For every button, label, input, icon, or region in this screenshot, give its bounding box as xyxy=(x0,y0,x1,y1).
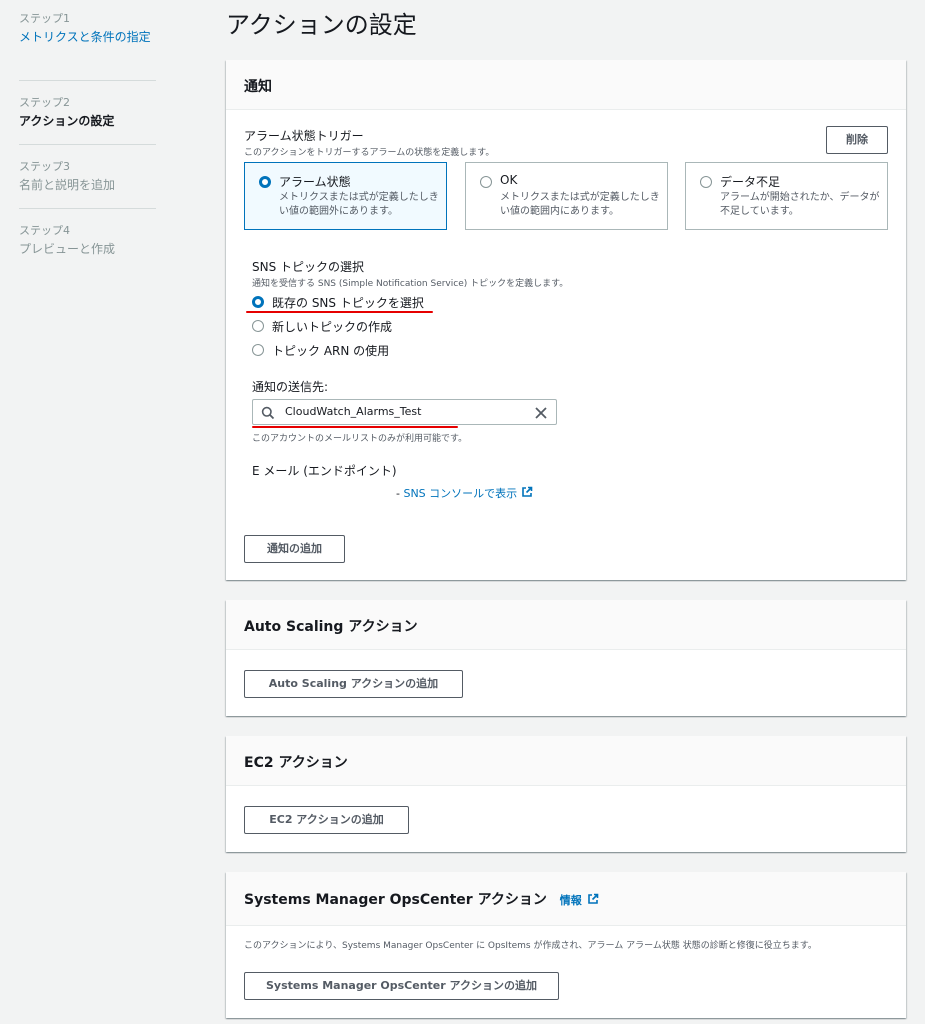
step-1[interactable]: ステップ1 メトリクスと条件の指定 xyxy=(19,12,156,46)
tile-alarm-state[interactable]: アラーム状態 メトリクスまたは式が定義したしきい値の範囲外にあります。 xyxy=(244,162,447,230)
opscenter-panel: Systems Manager OpsCenter アクション 情報 このアクシ… xyxy=(226,872,906,1018)
tile-ok-title: OK xyxy=(500,173,518,187)
info-link[interactable]: 情報 xyxy=(560,894,582,907)
radio-alarm-state[interactable] xyxy=(259,176,271,188)
step-2-title: アクションの設定 xyxy=(19,114,115,128)
step-1-title[interactable]: メトリクスと条件の指定 xyxy=(19,29,156,46)
step-3-title: 名前と説明を追加 xyxy=(19,178,116,192)
tile-ok-desc: メトリクスまたは式が定義したしきい値の範囲内にあります。 xyxy=(500,192,660,217)
notification-panel-header: 通知 xyxy=(226,60,906,110)
email-endpoint-label: E メール (エンドポイント) xyxy=(252,464,397,478)
autoscaling-panel: Auto Scaling アクション Auto Scaling アクションの追加 xyxy=(226,600,906,716)
alarm-trigger-label: アラーム状態トリガー xyxy=(244,129,364,143)
page-title: アクションの設定 xyxy=(226,11,417,39)
autoscaling-panel-header: Auto Scaling アクション xyxy=(226,600,906,650)
opscenter-desc: このアクションにより、Systems Manager OpsCenter に O… xyxy=(244,941,817,951)
send-to-label: 通知の送信先: xyxy=(252,380,329,394)
add-autoscaling-action-button[interactable]: Auto Scaling アクションの追加 xyxy=(244,670,463,698)
search-icon xyxy=(261,405,275,424)
step-3: ステップ3 名前と説明を追加 xyxy=(19,160,156,194)
tile-insufficient-data[interactable]: データ不足 アラームが開始されたか、データが不足しています。 xyxy=(685,162,888,230)
sns-option-new-label: 新しいトピックの作成 xyxy=(272,320,393,334)
tile-alarm-state-desc: メトリクスまたは式が定義したしきい値の範囲外にあります。 xyxy=(279,192,439,217)
tile-insufficient-data-desc: アラームが開始されたか、データが不足しています。 xyxy=(720,192,880,217)
sns-console-link[interactable]: SNS コンソールで表示 xyxy=(403,487,517,500)
notification-panel-title: 通知 xyxy=(244,79,272,95)
ec2-panel-header: EC2 アクション xyxy=(226,736,906,786)
sns-topic-label: SNS トピックの選択 xyxy=(252,260,365,274)
send-to-search-input[interactable]: CloudWatch_Alarms_Test xyxy=(252,399,557,425)
opscenter-panel-title-text: Systems Manager OpsCenter アクション xyxy=(244,892,547,908)
radio-insufficient-data[interactable] xyxy=(700,176,712,188)
opscenter-panel-title: Systems Manager OpsCenter アクション 情報 xyxy=(244,889,599,909)
radio-ok[interactable] xyxy=(480,176,492,188)
step-divider xyxy=(19,208,156,209)
radio-sns-arn[interactable] xyxy=(252,344,264,356)
sns-console-row: - SNS コンソールで表示 xyxy=(396,485,533,501)
step-2-number: ステップ2 xyxy=(19,96,70,109)
step-divider xyxy=(19,144,156,145)
ec2-panel: EC2 アクション EC2 アクションの追加 xyxy=(226,736,906,852)
highlight-underline xyxy=(252,426,458,428)
tile-alarm-state-title: アラーム状態 xyxy=(279,175,351,189)
step-divider xyxy=(19,80,156,81)
step-4-title: プレビューと作成 xyxy=(19,242,116,256)
tile-ok[interactable]: OK メトリクスまたは式が定義したしきい値の範囲内にあります。 xyxy=(465,162,668,230)
notification-panel: 通知 アラーム状態トリガー このアクションをトリガーするアラームの状態を定義しま… xyxy=(226,60,906,580)
sns-option-arn-label: トピック ARN の使用 xyxy=(272,344,390,358)
add-opscenter-action-button[interactable]: Systems Manager OpsCenter アクションの追加 xyxy=(244,972,559,1000)
step-4-number: ステップ4 xyxy=(19,224,70,237)
clear-icon[interactable] xyxy=(534,405,548,424)
external-link-icon[interactable] xyxy=(521,486,533,501)
ec2-panel-title: EC2 アクション xyxy=(244,755,348,771)
radio-sns-existing[interactable] xyxy=(252,296,264,308)
opscenter-panel-header: Systems Manager OpsCenter アクション 情報 xyxy=(226,872,906,926)
step-3-number: ステップ3 xyxy=(19,160,70,173)
sns-option-existing-label: 既存の SNS トピックを選択 xyxy=(272,296,424,310)
autoscaling-panel-title: Auto Scaling アクション xyxy=(244,619,418,635)
sns-topic-desc: 通知を受信する SNS (Simple Notification Service… xyxy=(252,279,569,289)
send-to-value: CloudWatch_Alarms_Test xyxy=(285,405,422,418)
external-link-icon[interactable] xyxy=(587,893,599,909)
remove-button[interactable]: 削除 xyxy=(826,126,888,154)
add-ec2-action-button[interactable]: EC2 アクションの追加 xyxy=(244,806,409,834)
step-1-number: ステップ1 xyxy=(19,12,70,25)
radio-sns-new[interactable] xyxy=(252,320,264,332)
highlight-underline xyxy=(246,311,433,313)
step-4: ステップ4 プレビューと作成 xyxy=(19,224,156,258)
add-notification-button[interactable]: 通知の追加 xyxy=(244,535,345,563)
step-2: ステップ2 アクションの設定 xyxy=(19,96,156,130)
tile-insufficient-data-title: データ不足 xyxy=(720,175,781,189)
send-to-hint: このアカウントのメールリストのみが利用可能です。 xyxy=(252,434,468,444)
alarm-trigger-desc: このアクションをトリガーするアラームの状態を定義します。 xyxy=(244,148,495,158)
